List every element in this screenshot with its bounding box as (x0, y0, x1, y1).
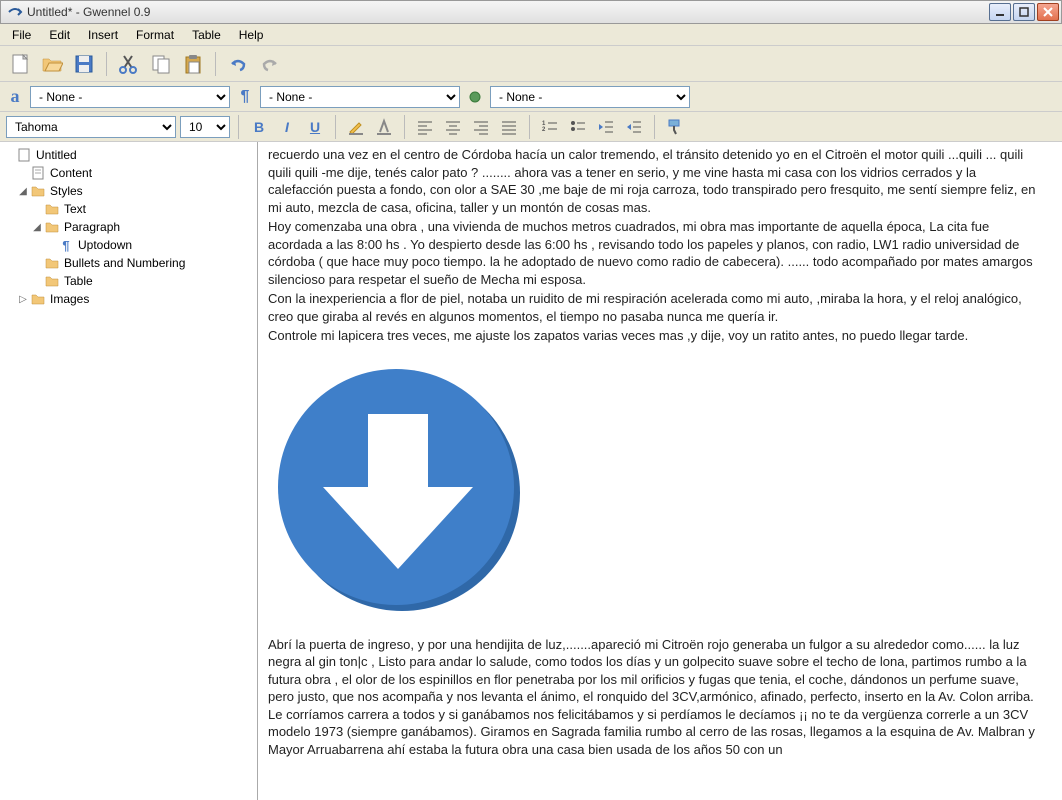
paragraph-icon: ¶ (58, 237, 74, 253)
folder-icon (44, 273, 60, 289)
highlight-button[interactable] (344, 115, 368, 139)
menu-table[interactable]: Table (184, 26, 229, 44)
para-style-icon: ¶ (236, 88, 254, 106)
minimize-button[interactable] (989, 3, 1011, 21)
list-style-icon (466, 88, 484, 106)
format-toolbar: Tahoma 10 B I U 12 (0, 112, 1062, 142)
redo-button[interactable] (256, 50, 284, 78)
align-center-button[interactable] (441, 115, 465, 139)
open-button[interactable] (38, 50, 66, 78)
menu-format[interactable]: Format (128, 26, 182, 44)
underline-button[interactable]: U (303, 115, 327, 139)
tree-root[interactable]: Untitled (2, 146, 255, 164)
window-title: Untitled* - Gwennel 0.9 (27, 5, 989, 19)
numbered-list-button[interactable]: 12 (538, 115, 562, 139)
char-style-icon: a (6, 88, 24, 106)
bullet-list-button[interactable] (566, 115, 590, 139)
increase-indent-button[interactable] (622, 115, 646, 139)
bold-button[interactable]: B (247, 115, 271, 139)
menubar: File Edit Insert Format Table Help (0, 24, 1062, 46)
collapse-icon[interactable]: ◢ (30, 222, 44, 233)
char-style-combo[interactable]: - None - (30, 86, 230, 108)
document-editor[interactable]: recuerdo una vez en el centro de Córdoba… (258, 142, 1062, 800)
save-button[interactable] (70, 50, 98, 78)
menu-insert[interactable]: Insert (80, 26, 126, 44)
menu-file[interactable]: File (4, 26, 39, 44)
tree-content[interactable]: Content (2, 164, 255, 182)
tree-table[interactable]: Table (2, 272, 255, 290)
paragraph-text[interactable]: Controle mi lapicera tres veces, me ajus… (268, 327, 1044, 345)
tree-bullets[interactable]: Bullets and Numbering (2, 254, 255, 272)
app-icon (7, 4, 23, 20)
folder-icon (30, 291, 46, 307)
menu-edit[interactable]: Edit (41, 26, 78, 44)
paragraph-text[interactable]: Con la inexperiencia a flor de piel, not… (268, 290, 1044, 325)
format-paint-button[interactable] (663, 115, 687, 139)
window-titlebar: Untitled* - Gwennel 0.9 (0, 0, 1062, 24)
paste-button[interactable] (179, 50, 207, 78)
folder-icon (30, 183, 46, 199)
decrease-indent-button[interactable] (594, 115, 618, 139)
menu-help[interactable]: Help (231, 26, 272, 44)
tree-styles[interactable]: ◢ Styles (2, 182, 255, 200)
new-button[interactable] (6, 50, 34, 78)
download-arrow-image[interactable] (268, 359, 528, 619)
align-left-button[interactable] (413, 115, 437, 139)
main-toolbar (0, 46, 1062, 82)
font-combo[interactable]: Tahoma (6, 116, 176, 138)
folder-icon (44, 219, 60, 235)
undo-button[interactable] (224, 50, 252, 78)
collapse-icon[interactable]: ◢ (16, 186, 30, 197)
italic-button[interactable]: I (275, 115, 299, 139)
folder-icon (44, 255, 60, 271)
document-icon (30, 165, 46, 181)
document-icon (16, 147, 32, 163)
cut-button[interactable] (115, 50, 143, 78)
align-right-button[interactable] (469, 115, 493, 139)
style-toolbar: a - None - ¶ - None - - None - (0, 82, 1062, 112)
navigator-tree[interactable]: Untitled Content ◢ Styles Text ◢ Paragra… (0, 142, 258, 800)
font-size-combo[interactable]: 10 (180, 116, 230, 138)
paragraph-text[interactable]: recuerdo una vez en el centro de Córdoba… (268, 146, 1044, 216)
close-button[interactable] (1037, 3, 1059, 21)
folder-icon (44, 201, 60, 217)
svg-text:2: 2 (542, 127, 546, 133)
tree-uptodown[interactable]: ¶ Uptodown (2, 236, 255, 254)
tree-images[interactable]: ▷ Images (2, 290, 255, 308)
expand-icon[interactable]: ▷ (16, 294, 30, 305)
copy-button[interactable] (147, 50, 175, 78)
tree-text[interactable]: Text (2, 200, 255, 218)
para-style-combo[interactable]: - None - (260, 86, 460, 108)
maximize-button[interactable] (1013, 3, 1035, 21)
paragraph-text[interactable]: Hoy comenzaba una obra , una vivienda de… (268, 218, 1044, 288)
align-justify-button[interactable] (497, 115, 521, 139)
paragraph-text[interactable]: Abrí la puerta de ingreso, y por una hen… (268, 636, 1044, 759)
font-color-button[interactable] (372, 115, 396, 139)
tree-paragraph[interactable]: ◢ Paragraph (2, 218, 255, 236)
list-style-combo[interactable]: - None - (490, 86, 690, 108)
